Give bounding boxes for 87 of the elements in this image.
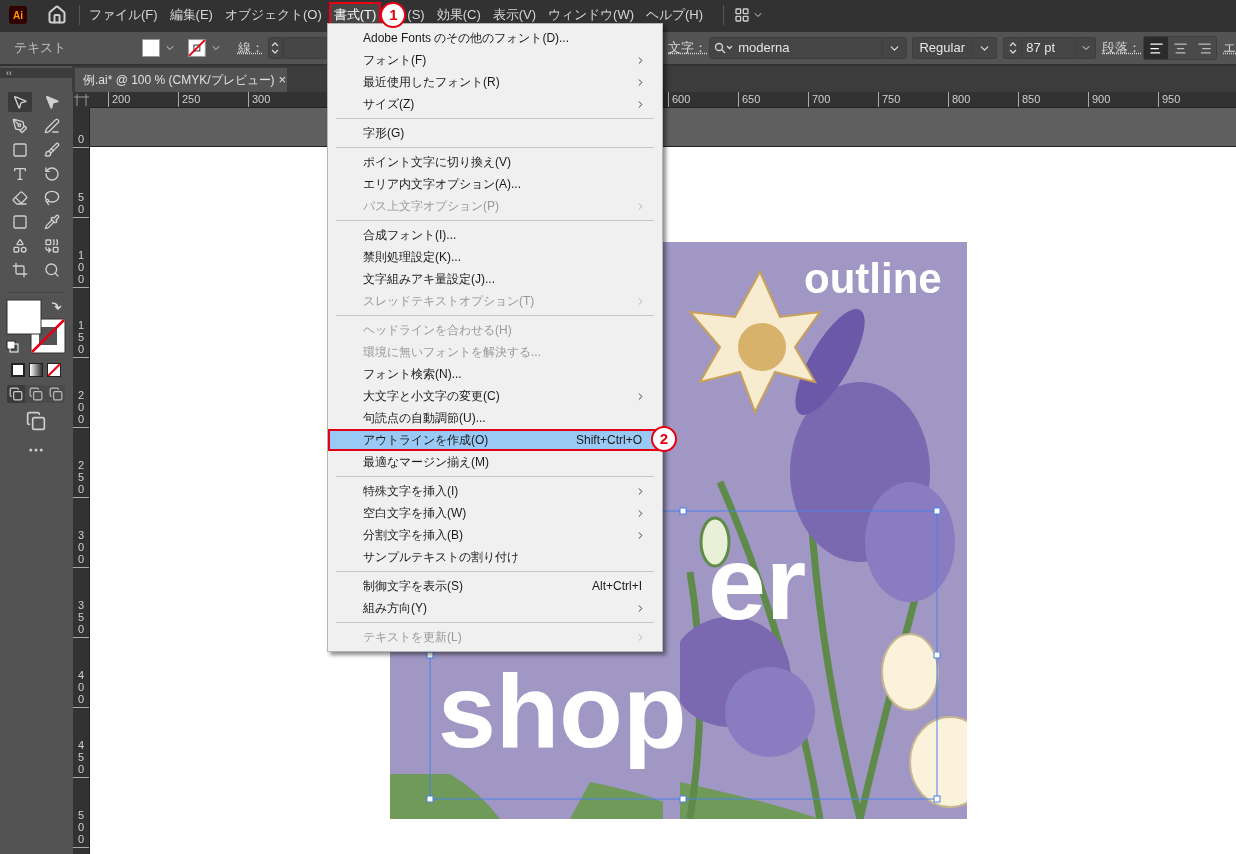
align-button[interactable]: [1144, 37, 1168, 59]
ruler-label: 600: [672, 92, 692, 107]
character-label: 文字：: [668, 39, 708, 58]
ruler-label: 400: [76, 668, 86, 705]
menu-item[interactable]: 空白文字を挿入(W): [328, 502, 662, 524]
ruler-label: 800: [952, 92, 972, 107]
ruler-label: 200: [76, 388, 86, 425]
menu-item[interactable]: 最適なマージン揃え(M): [328, 451, 662, 473]
menu-item[interactable]: ポイント文字に切り換え(V): [328, 151, 662, 173]
menu-item[interactable]: フォント(F): [328, 49, 662, 71]
draw-inside-icon[interactable]: [47, 385, 65, 403]
ruler-label: 250: [182, 92, 202, 107]
menu-item[interactable]: 特殊文字を挿入(I): [328, 480, 662, 502]
menu-bar-item[interactable]: ファイル(F): [89, 4, 158, 26]
selection-type-label: テキスト: [14, 39, 67, 58]
font-size-field[interactable]: 87 pt: [1003, 37, 1096, 59]
ruler-label: 700: [812, 92, 832, 107]
ruler-label: 100: [76, 248, 86, 285]
search-options-icon[interactable]: [714, 42, 735, 54]
close-tab-button[interactable]: ×: [278, 70, 287, 90]
menu-bar-item[interactable]: 表示(V): [492, 4, 537, 26]
stepper-arrows-icon[interactable]: [1007, 40, 1018, 56]
ruler-label: 350: [76, 598, 86, 635]
align-right-icon: [1196, 40, 1212, 56]
menu-item[interactable]: 分割文字を挿入(B): [328, 524, 662, 546]
draw-normal-icon[interactable]: [7, 385, 25, 403]
ruler-label: 300: [76, 528, 86, 565]
callout-badge: 1: [380, 2, 407, 28]
shortcut-text: Alt+Ctrl+I: [592, 578, 642, 595]
document-tab[interactable]: 例.ai* @ 100 % (CMYK/プレビュー) ×: [75, 68, 287, 92]
ruler-label: 500: [76, 808, 86, 845]
ruler-label: 650: [742, 92, 762, 107]
collapse-panel-button[interactable]: ‹‹: [6, 68, 12, 78]
app-logo: Ai: [9, 6, 27, 24]
ruler-label: 950: [1162, 92, 1182, 107]
menu-item[interactable]: 禁則処理設定(K)...: [328, 246, 662, 268]
ruler-label: 300: [252, 92, 272, 107]
stroke-label: 線：: [237, 39, 264, 58]
menu-item[interactable]: 大文字と小文字の変更(C): [328, 385, 662, 407]
shortcut-text: Shift+Ctrl+O: [575, 432, 642, 449]
menu-bar-item[interactable]: (S): [407, 4, 425, 26]
font-style-field[interactable]: Regular: [912, 37, 998, 59]
menu-item[interactable]: 組み方向(Y): [328, 597, 662, 619]
ruler-label: 50: [76, 190, 86, 215]
align-left-icon: [1148, 40, 1164, 56]
menu-item[interactable]: サンプルテキストの割り付け: [328, 546, 662, 568]
font-field[interactable]: moderna: [709, 37, 907, 59]
stroke-none-swatch-icon[interactable]: [187, 39, 206, 57]
menu-item[interactable]: 制御文字を表示(S) Alt+Ctrl+I: [328, 575, 662, 597]
gradient-mode-button[interactable]: [29, 363, 43, 377]
menu-bar-item[interactable]: 編集(E): [169, 4, 213, 26]
home-icon[interactable]: [47, 5, 67, 25]
ruler-label: 850: [1022, 92, 1042, 107]
selection-tool-icon[interactable]: [8, 92, 32, 112]
menu-item[interactable]: 字形(G): [328, 122, 662, 144]
menu-item[interactable]: フォント検索(N)...: [328, 363, 662, 385]
color-mode-button[interactable]: [11, 363, 25, 377]
artwork-word: shop: [438, 652, 687, 771]
ruler-label: 200: [112, 92, 132, 107]
ruler-label: 250: [76, 458, 86, 495]
none-mode-icon[interactable]: [47, 363, 61, 377]
fill-swatch[interactable]: [142, 39, 161, 57]
menu-item[interactable]: 合成フォント(I)...: [328, 224, 662, 246]
artwork-title: outline: [804, 258, 942, 300]
ruler-label: 450: [76, 738, 86, 775]
menu-item[interactable]: 最近使用したフォント(R): [328, 71, 662, 93]
ruler-label: 750: [882, 92, 902, 107]
align-center-icon: [1172, 40, 1188, 56]
ruler-label: 0: [76, 132, 86, 145]
menu-item[interactable]: サイズ(Z): [328, 93, 662, 115]
workspace-icon[interactable]: [734, 7, 751, 23]
paragraph-label: 段落：: [1102, 39, 1141, 58]
screen-mode-icon[interactable]: [25, 411, 47, 431]
menu-item[interactable]: Adobe Fonts のその他のフォント(D)...: [328, 27, 662, 49]
draw-behind-icon[interactable]: [27, 385, 45, 403]
ruler-label: 900: [1092, 92, 1112, 107]
menu-item[interactable]: 文字組みアキ量設定(J)...: [328, 268, 662, 290]
ruler-corner-icon[interactable]: [73, 92, 90, 108]
menu-item[interactable]: エリア内文字オプション(A)...: [328, 173, 662, 195]
menu-item[interactable]: 句読点の自動調節(U)...: [328, 407, 662, 429]
menu-bar-item[interactable]: ウィンドウ(W): [548, 4, 634, 26]
ruler-label: 150: [76, 318, 86, 355]
truncated-label: エ: [1223, 39, 1236, 58]
fill-stroke-swatch-icon[interactable]: [6, 299, 66, 355]
menu-bar-item[interactable]: 効果(C): [436, 4, 481, 26]
menu-bar-item[interactable]: オブジェクト(O): [224, 4, 322, 26]
menu-bar-item[interactable]: ヘルプ(H): [646, 4, 704, 26]
